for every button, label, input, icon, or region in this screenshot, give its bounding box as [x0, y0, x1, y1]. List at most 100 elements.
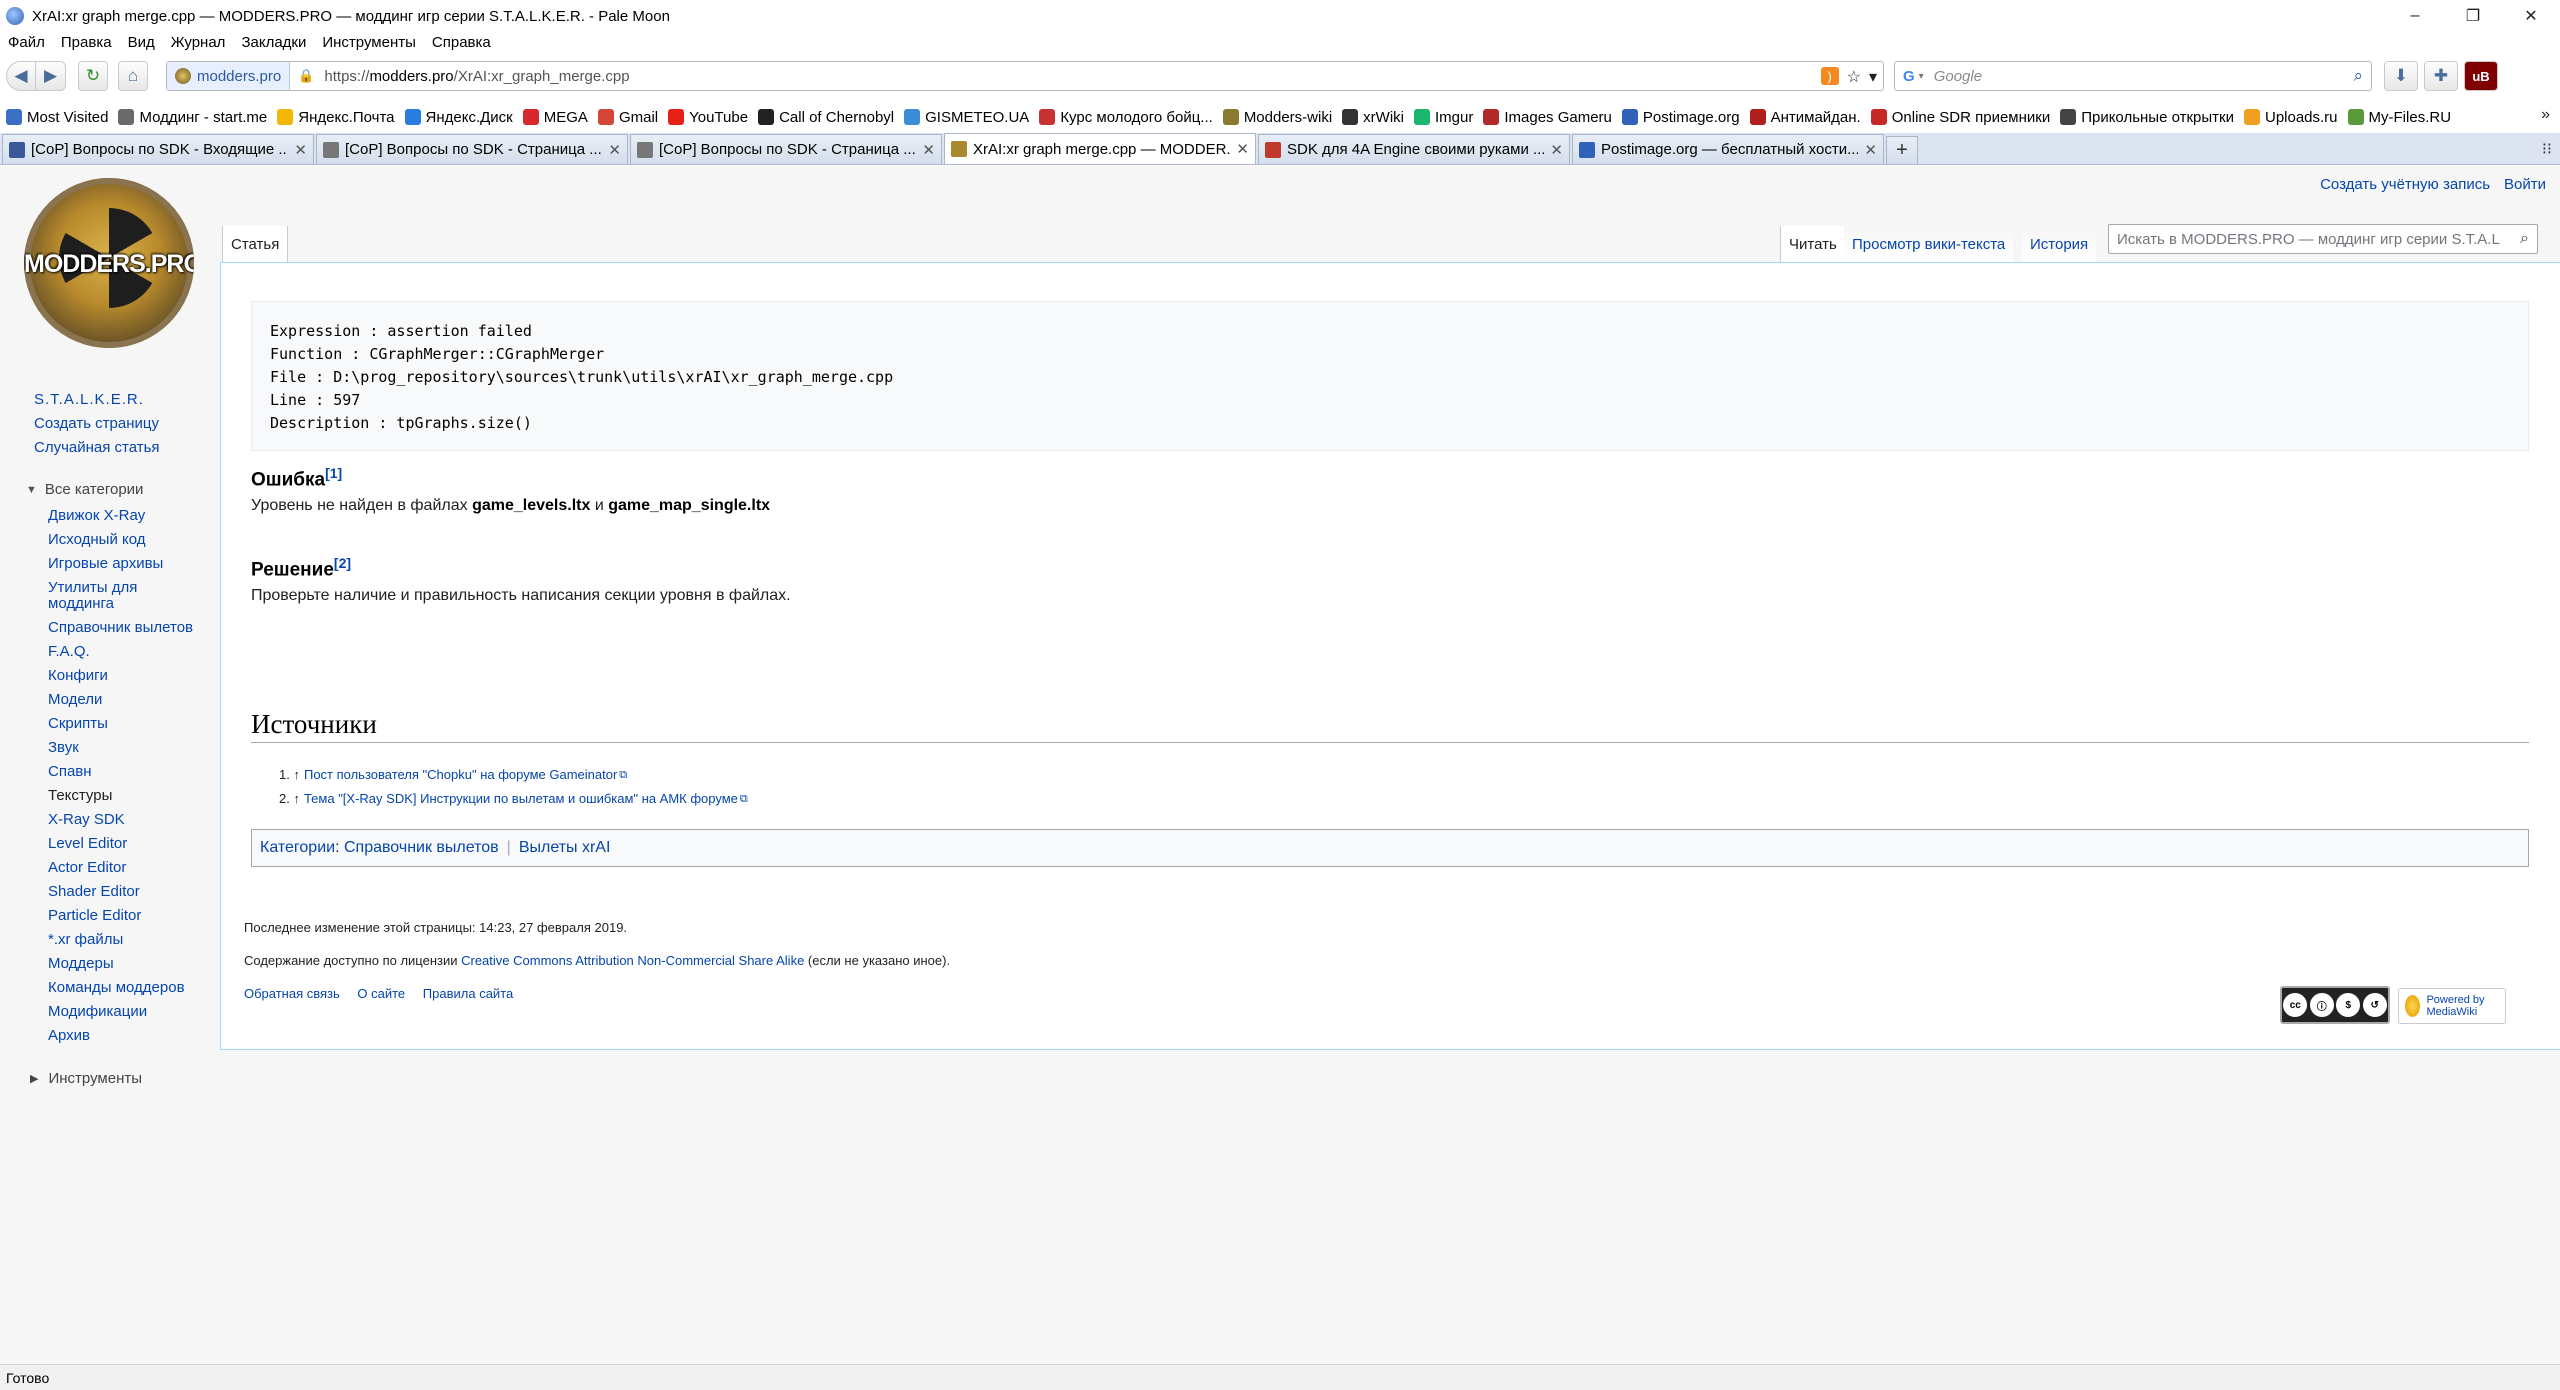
sidebar-category-link[interactable]: Actor Editor — [48, 856, 204, 880]
bookmark-item[interactable]: Яндекс.Почта — [277, 109, 395, 126]
bookmark-item[interactable]: My-Files.RU — [2347, 109, 2451, 126]
reference-link[interactable]: Пост пользователя "Chopku" на форуме Gam… — [304, 763, 617, 787]
bookmark-item[interactable]: xrWiki — [1342, 109, 1404, 126]
menu-help[interactable]: Справка — [432, 34, 491, 51]
bookmark-item[interactable]: Call of Chernobyl — [758, 109, 894, 126]
sidebar-category-link[interactable]: X-Ray SDK — [48, 808, 204, 832]
rss-feed-icon[interactable]: ) — [1820, 67, 1839, 85]
close-tab-icon[interactable]: ✕ — [1236, 140, 1249, 158]
categories-toggle[interactable]: ▼ Все категории — [26, 478, 220, 502]
bookmark-item[interactable]: Modders-wiki — [1222, 109, 1332, 126]
bookmark-item[interactable]: Курс молодого бойц... — [1039, 109, 1213, 126]
bookmark-item[interactable]: GISMETEO.UA — [904, 109, 1029, 126]
bookmark-item[interactable]: YouTube — [668, 109, 748, 126]
forward-button[interactable]: ▶ — [36, 61, 66, 91]
tab-read[interactable]: Читать — [1780, 226, 1846, 262]
sidebar-link-random[interactable]: Случайная статья — [34, 436, 220, 460]
bookmark-item[interactable]: MEGA — [522, 109, 588, 126]
sidebar-category-link[interactable]: Архив — [48, 1024, 204, 1048]
bookmark-item[interactable]: Яндекс.Диск — [404, 109, 513, 126]
sidebar-category-link[interactable]: Справочник вылетов — [48, 616, 204, 640]
menu-history[interactable]: Журнал — [171, 34, 226, 51]
bookmarks-overflow-icon[interactable]: » — [2541, 106, 2550, 124]
sidebar-category-link[interactable]: Моддеры — [48, 952, 204, 976]
sidebar-category-link[interactable]: Модификации — [48, 1000, 204, 1024]
sidebar-category-link[interactable]: Утилиты для моддинга — [48, 576, 204, 616]
license-link[interactable]: Creative Commons Attribution Non-Commerc… — [461, 953, 804, 968]
create-account-link[interactable]: Создать учётную запись — [2320, 176, 2490, 193]
error-ref-link[interactable]: [1] — [325, 465, 342, 481]
bookmark-item[interactable]: Most Visited — [6, 109, 108, 126]
tab-article[interactable]: Статья — [222, 226, 289, 262]
sidebar-category-link[interactable]: Исходный код — [48, 528, 204, 552]
bookmark-item[interactable]: Моддинг - start.me — [118, 109, 267, 126]
downloads-button[interactable]: ⬇ — [2384, 61, 2418, 91]
search-icon[interactable]: ⌕ — [2353, 66, 2363, 86]
close-tab-icon[interactable]: ✕ — [1864, 141, 1877, 159]
footer-link-about[interactable]: О сайте — [357, 986, 405, 1001]
maximize-button[interactable]: ❐ — [2444, 0, 2502, 32]
mediawiki-badge[interactable]: Powered by MediaWiki — [2398, 988, 2506, 1024]
sidebar-category-link[interactable]: Модели — [48, 688, 204, 712]
home-button[interactable]: ⌂ — [118, 61, 148, 91]
browser-tab[interactable]: [CoP] Вопросы по SDK - Входящие ... ✕ — [2, 134, 314, 164]
category-link-crash-reference[interactable]: Справочник вылетов — [344, 839, 499, 857]
browser-tab[interactable]: SDK для 4A Engine своими руками ... ✕ — [1258, 134, 1570, 164]
search-icon[interactable]: ⌕ — [2520, 230, 2529, 248]
footer-link-rules[interactable]: Правила сайта — [423, 986, 513, 1001]
sidebar-category-link[interactable]: *.xr файлы — [48, 928, 204, 952]
url-bar[interactable]: modders.pro 🔒 https://modders.pro/XrAI:x… — [166, 61, 1884, 91]
tab-history[interactable]: История — [2022, 226, 2097, 262]
sidebar-link-create-page[interactable]: Создать страницу — [34, 412, 220, 436]
wiki-search-input[interactable]: Искать в MODDERS.PRO — моддинг игр серии… — [2108, 224, 2538, 254]
search-input[interactable]: Google — [1934, 68, 1982, 85]
url-text[interactable]: https://modders.pro/XrAI:xr_graph_merge.… — [324, 68, 629, 85]
sidebar-category-link[interactable]: Shader Editor — [48, 880, 204, 904]
sidebar-link-stalker[interactable]: S.T.A.L.K.E.R. — [34, 388, 220, 412]
bookmark-item[interactable]: Uploads.ru — [2243, 109, 2338, 126]
browser-tab[interactable]: Postimage.org — бесплатный хости... ✕ — [1572, 134, 1884, 164]
close-tab-icon[interactable]: ✕ — [922, 141, 935, 159]
tab-history-label[interactable]: История — [2030, 236, 2088, 253]
login-link[interactable]: Войти — [2504, 176, 2546, 193]
bookmark-item[interactable]: Postimage.org — [1621, 109, 1740, 126]
menu-tools[interactable]: Инструменты — [322, 34, 416, 51]
footer-link-feedback[interactable]: Обратная связь — [244, 986, 340, 1001]
sidebar-category-link[interactable]: Команды моддеров — [48, 976, 204, 1000]
tab-view-source-label[interactable]: Просмотр вики-текста — [1852, 236, 2005, 253]
site-logo[interactable]: MODDERS.PRO — [24, 178, 194, 348]
chevron-down-icon[interactable]: ▾ — [1919, 71, 1924, 82]
sidebar-category-link[interactable]: Level Editor — [48, 832, 204, 856]
cc-license-badge[interactable]: cc ⓘ $ ↺ — [2280, 986, 2390, 1024]
addon-button[interactable]: ✚ — [2424, 61, 2458, 91]
bookmark-item[interactable]: Images Gameru — [1483, 109, 1612, 126]
sidebar-category-link[interactable]: Конфиги — [48, 664, 204, 688]
menu-view[interactable]: Вид — [128, 34, 155, 51]
solution-ref-link[interactable]: [2] — [334, 555, 351, 571]
url-dropdown-icon[interactable]: ▾ — [1869, 67, 1877, 87]
menu-edit[interactable]: Правка — [61, 34, 112, 51]
bookmark-item[interactable]: Imgur — [1414, 109, 1473, 126]
browser-tab[interactable]: XrAI:xr graph merge.cpp — MODDER... ✕ — [944, 133, 1256, 164]
bookmark-item[interactable]: Антимайдан. — [1749, 109, 1861, 126]
close-tab-icon[interactable]: ✕ — [608, 141, 621, 159]
search-bar[interactable]: G ▾ Google ⌕ — [1894, 61, 2372, 91]
close-tab-icon[interactable]: ✕ — [294, 141, 307, 159]
minimize-button[interactable]: – — [2386, 0, 2444, 32]
reload-button[interactable]: ↻ — [78, 61, 108, 91]
new-tab-button[interactable]: + — [1886, 136, 1918, 164]
browser-tab[interactable]: [CoP] Вопросы по SDK - Страница ... ✕ — [630, 134, 942, 164]
tab-list-icon[interactable]: ⁝⁝ — [2542, 139, 2552, 159]
sidebar-category-link[interactable]: Particle Editor — [48, 904, 204, 928]
close-tab-icon[interactable]: ✕ — [1550, 141, 1563, 159]
sidebar-category-link[interactable]: Движок X-Ray — [48, 504, 204, 528]
bookmark-item[interactable]: Online SDR приемники — [1870, 109, 2050, 126]
browser-tab[interactable]: [CoP] Вопросы по SDK - Страница ... ✕ — [316, 134, 628, 164]
bookmark-item[interactable]: Gmail — [597, 109, 658, 126]
reference-link[interactable]: Тема "[X-Ray SDK] Инструкции по вылетам … — [304, 787, 738, 811]
menu-bookmarks[interactable]: Закладки — [241, 34, 306, 51]
categories-page-link[interactable]: Категории — [260, 839, 335, 857]
sidebar-category-link[interactable]: Игровые архивы — [48, 552, 204, 576]
bookmark-item[interactable]: Прикольные открытки — [2060, 109, 2234, 126]
search-engine-icon[interactable]: G — [1903, 68, 1915, 85]
